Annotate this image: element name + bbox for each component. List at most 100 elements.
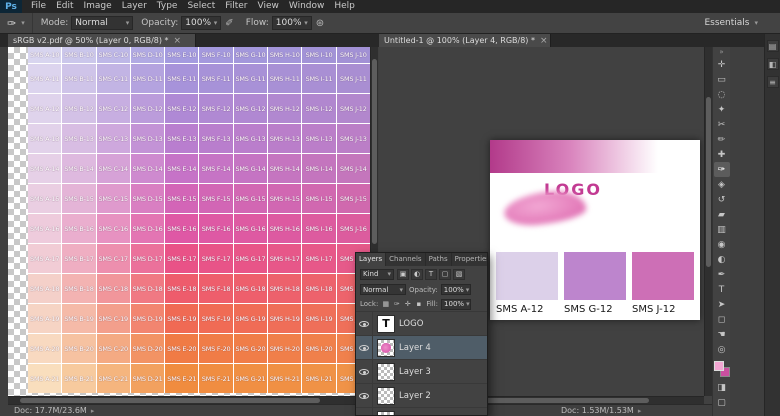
swatch-cell[interactable]: SMS B-14 (62, 154, 95, 183)
shape-tool[interactable]: ◻ (714, 312, 730, 327)
menu-image[interactable]: Image (79, 0, 117, 13)
collapsed-panel-icon[interactable]: ▤ (767, 40, 779, 52)
swatch-cell[interactable]: SMS D-14 (131, 154, 164, 183)
tablet-pressure-opacity-icon[interactable]: ✐ (225, 18, 233, 29)
adjustment-layer-filter-icon[interactable]: ◐ (411, 269, 423, 280)
quick-selection-tool[interactable]: ✦ (714, 102, 730, 117)
swatch-cell[interactable]: SMS B-10 (62, 47, 95, 63)
swatch-cell[interactable]: SMS G-19 (234, 304, 267, 333)
airbrush-icon[interactable]: ⊛ (316, 18, 324, 29)
swatch-cell[interactable]: SMS C-19 (97, 304, 130, 333)
swatch-cell[interactable]: SMS A-10 (28, 47, 61, 63)
status-menu-icon[interactable]: ▸ (638, 407, 642, 415)
swatch-cell[interactable]: SMS E-14 (165, 154, 198, 183)
pixel-layer-filter-icon[interactable]: ▣ (397, 269, 409, 280)
swatch-cell[interactable]: SMS I-13 (302, 124, 335, 153)
menu-window[interactable]: Window (284, 0, 330, 13)
lock-position-icon[interactable]: ✛ (403, 299, 412, 309)
visibility-toggle[interactable] (356, 384, 373, 407)
hand-tool[interactable]: ☚ (714, 327, 730, 342)
swatch-cell[interactable]: SMS B-13 (62, 124, 95, 153)
document-tab-srgb[interactable]: sRGB v2.pdf @ 50% (Layer 0, RGB/8) * × (8, 34, 196, 47)
horizontal-scrollbar[interactable] (8, 396, 370, 404)
swatch-cell[interactable]: SMS C-16 (97, 214, 130, 243)
status-menu-icon[interactable]: ▸ (91, 407, 95, 415)
swatch-cell[interactable]: SMS I-18 (302, 274, 335, 303)
swatch-cell[interactable]: SMS G-17 (234, 244, 267, 273)
scrollbar-thumb[interactable] (372, 59, 377, 244)
crop-tool[interactable]: ✂ (714, 117, 730, 132)
swatch-cell[interactable]: SMS D-12 (131, 94, 164, 123)
swatch-cell[interactable]: SMS C-11 (97, 64, 130, 93)
zoom-tool[interactable]: ◎ (714, 342, 730, 357)
smart-object-filter-icon[interactable]: ▧ (453, 269, 465, 280)
swatch-cell[interactable]: SMS D-13 (131, 124, 164, 153)
workspace-switcher[interactable]: Essentials ▾ (704, 18, 758, 28)
swatch-cell[interactable]: SMS F-11 (199, 64, 232, 93)
move-tool[interactable]: ✛ (714, 57, 730, 72)
swatch-cell[interactable]: SMS D-11 (131, 64, 164, 93)
swatch-cell[interactable]: SMS E-17 (165, 244, 198, 273)
swatch-cell[interactable]: SMS A-20 (28, 334, 61, 363)
swatch-cell[interactable]: SMS A-12 (28, 94, 61, 123)
active-tool-preview[interactable]: ✑ ▾ (0, 13, 33, 33)
swatch-cell[interactable]: SMS C-12 (97, 94, 130, 123)
document-tab-untitled[interactable]: Untitled-1 @ 100% (Layer 4, RGB/8) * × (379, 34, 551, 47)
collapse-toolbar-icon[interactable]: » (719, 47, 723, 57)
swatch-cell[interactable]: SMS F-17 (199, 244, 232, 273)
panel-tab-paths[interactable]: Paths (426, 253, 452, 266)
swatch-cell[interactable]: SMS A-17 (28, 244, 61, 273)
layer-row[interactable]: Layer 4 (356, 336, 487, 360)
scrollbar-thumb[interactable] (479, 398, 649, 403)
layer-row[interactable]: Layer 3 (356, 360, 487, 384)
swatch-cell[interactable]: SMS C-18 (97, 274, 130, 303)
menu-help[interactable]: Help (329, 0, 360, 13)
lock-image-pixels-icon[interactable]: ✑ (392, 299, 401, 309)
layer-thumbnail[interactable] (377, 339, 395, 357)
swatch-cell[interactable]: SMS G-14 (234, 154, 267, 183)
panel-tab-channels[interactable]: Channels (386, 253, 425, 266)
lasso-tool[interactable]: ◌ (714, 87, 730, 102)
swatch-cell[interactable]: SMS I-15 (302, 184, 335, 213)
swatch-cell[interactable]: SMS A-16 (28, 214, 61, 243)
swatch-cell[interactable]: SMS F-21 (199, 364, 232, 393)
swatch-cell[interactable]: SMS A-18 (28, 274, 61, 303)
swatch-cell[interactable]: SMS B-12 (62, 94, 95, 123)
swatch-cell[interactable]: SMS D-16 (131, 214, 164, 243)
layer-fill-select[interactable]: 100% ▾ (441, 299, 471, 310)
swatch-cell[interactable]: SMS F-20 (199, 334, 232, 363)
swatch-cell[interactable]: SMS H-17 (268, 244, 301, 273)
swatch-cell[interactable]: SMS C-13 (97, 124, 130, 153)
close-icon[interactable]: × (174, 36, 182, 46)
swatch-cell[interactable]: SMS B-21 (62, 364, 95, 393)
swatch-cell[interactable]: SMS E-21 (165, 364, 198, 393)
swatch-cell[interactable]: SMS H-11 (268, 64, 301, 93)
swatch-cell[interactable]: SMS J-15 (337, 184, 370, 213)
swatch-cell[interactable]: SMS B-19 (62, 304, 95, 333)
swatch-cell[interactable]: SMS A-15 (28, 184, 61, 213)
swatch-cell[interactable]: SMS I-10 (302, 47, 335, 63)
pen-tool[interactable]: ✒ (714, 267, 730, 282)
clone-stamp-tool[interactable]: ◈ (714, 177, 730, 192)
canvas-untitled[interactable]: LOGO SMS A-12SMS G-12SMS J-12 (490, 140, 700, 320)
swatch-cell[interactable]: SMS I-21 (302, 364, 335, 393)
swatch-cell[interactable]: SMS J-10 (337, 47, 370, 63)
swatch-cell[interactable]: SMS J-12 (337, 94, 370, 123)
swatch-cell[interactable]: SMS E-10 (165, 47, 198, 63)
scrollbar-thumb[interactable] (20, 398, 320, 403)
menu-edit[interactable]: Edit (51, 0, 78, 13)
panel-tab-properties[interactable]: Properties (452, 253, 487, 266)
swatch-cell[interactable]: SMS H-14 (268, 154, 301, 183)
swatch-cell[interactable]: SMS G-10 (234, 47, 267, 63)
swatch-cell[interactable]: SMS I-14 (302, 154, 335, 183)
swatch-cell[interactable]: SMS I-20 (302, 334, 335, 363)
swatch-cell[interactable]: SMS H-15 (268, 184, 301, 213)
swatch-cell[interactable]: SMS J-14 (337, 154, 370, 183)
swatch-cell[interactable]: SMS C-17 (97, 244, 130, 273)
visibility-toggle[interactable] (356, 312, 373, 335)
swatch-cell[interactable]: SMS B-17 (62, 244, 95, 273)
swatch-cell[interactable]: SMS I-16 (302, 214, 335, 243)
layer-row[interactable]: Layer 2 (356, 384, 487, 408)
flow-select[interactable]: 100% ▾ (272, 16, 312, 30)
brush-tool[interactable]: ✑ (714, 162, 730, 177)
